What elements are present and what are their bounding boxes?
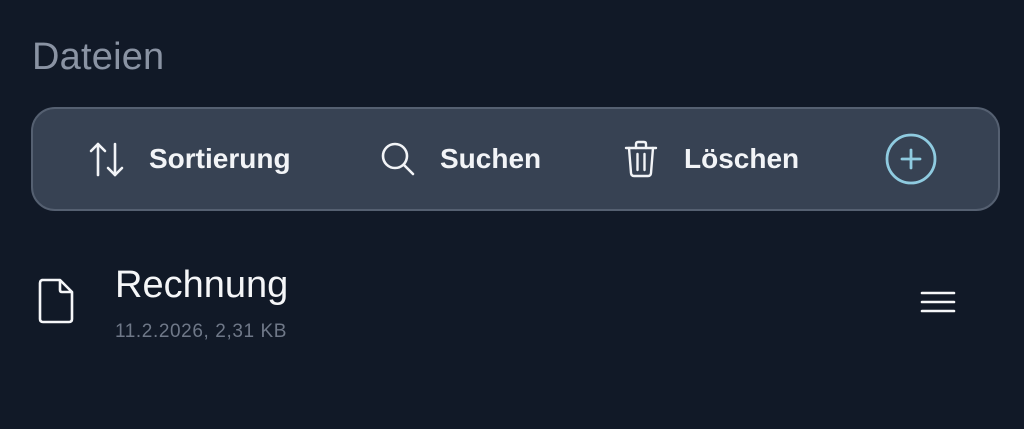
- files-toolbar: Sortierung Suchen Löschen: [31, 107, 1000, 211]
- plus-circle-icon: [885, 133, 937, 185]
- search-button[interactable]: Suchen: [379, 109, 541, 209]
- search-icon: [379, 140, 417, 178]
- file-name: Rechnung: [115, 264, 289, 306]
- file-meta: 11.2.2026, 2,31 KB: [115, 321, 288, 342]
- sort-button[interactable]: Sortierung: [88, 109, 291, 209]
- sort-arrows-icon: [88, 139, 126, 179]
- files-screen: Dateien Sortierung Suchen Löschen Rechnu…: [0, 0, 1024, 429]
- hamburger-menu-icon[interactable]: [918, 288, 958, 316]
- add-button[interactable]: [885, 133, 937, 185]
- delete-button-label: Löschen: [684, 143, 800, 174]
- search-button-label: Suchen: [440, 143, 542, 174]
- delete-button[interactable]: Löschen: [623, 109, 799, 209]
- trash-icon: [623, 140, 659, 178]
- section-title: Dateien: [32, 36, 165, 78]
- sort-button-label: Sortierung: [149, 143, 291, 174]
- document-icon: [36, 277, 76, 330]
- file-list-item[interactable]: Rechnung 11.2.2026, 2,31 KB: [0, 250, 1024, 360]
